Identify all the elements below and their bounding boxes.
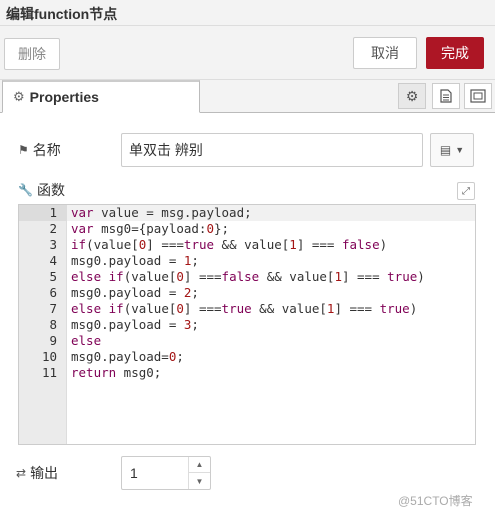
line-number: 1 xyxy=(49,205,57,220)
line-number: 8 xyxy=(49,317,57,332)
line-number: 6 xyxy=(49,285,57,300)
code-text: msg0.payload = 2; xyxy=(71,285,199,300)
description-tab-button[interactable] xyxy=(432,83,460,109)
outputs-stepper[interactable]: 1 ▲ ▼ xyxy=(121,456,211,490)
appearance-tab-button[interactable] xyxy=(464,83,492,109)
line-number: 7 xyxy=(49,301,57,316)
code-text: msg0.payload = 3; xyxy=(71,317,199,332)
outputs-label-row: ⇄ 输出 xyxy=(16,463,58,483)
wrench-icon: 🔧 xyxy=(18,183,33,197)
line-number: 9 xyxy=(49,333,57,348)
dialog-titlebar: 编辑function节点 xyxy=(0,0,495,26)
delete-button[interactable]: 删除 xyxy=(4,38,60,70)
code-text: else if(value[0] ===true && value[1] ===… xyxy=(71,301,418,316)
tab-bar: ⚙ Properties ⚙ xyxy=(0,80,495,113)
code-line: 3 if(value[0] ===true && value[1] === fal… xyxy=(19,237,475,253)
tag-icon: ⚑ xyxy=(18,143,29,157)
code-line: 5 else if(value[0] ===false && value[1] =… xyxy=(19,269,475,285)
code-line: 1 var value = msg.payload; xyxy=(19,205,475,221)
shuffle-icon: ⇄ xyxy=(16,466,27,480)
code-text: msg0.payload=0; xyxy=(71,349,184,364)
code-text: else if(value[0] ===false && value[1] ==… xyxy=(71,269,425,284)
code-line: 7 else if(value[0] ===true && value[1] ==… xyxy=(19,301,475,317)
gear-icon: ⚙ xyxy=(405,87,419,104)
code-text: var value = msg.payload; xyxy=(71,205,252,220)
name-label-row: ⚑ 名称 xyxy=(18,140,61,160)
done-button[interactable]: 完成 xyxy=(426,37,484,69)
line-number: 2 xyxy=(49,221,57,236)
code-lines: 1 var value = msg.payload; 2 var msg0={payl… xyxy=(19,205,475,381)
line-number: 3 xyxy=(49,237,57,252)
outputs-value[interactable]: 1 xyxy=(130,465,138,481)
line-number: 11 xyxy=(41,365,57,380)
code-line: 8 msg0.payload = 3; xyxy=(19,317,475,333)
line-number: 5 xyxy=(49,269,57,284)
function-label: 函数 xyxy=(36,182,65,198)
code-text: if(value[0] ===true && value[1] === fals… xyxy=(71,237,388,252)
line-number: 4 xyxy=(49,253,57,268)
stepper-spin: ▲ ▼ xyxy=(188,457,210,489)
layout-icon xyxy=(470,89,486,103)
name-input[interactable]: 单双击 辨别 xyxy=(121,133,423,167)
name-label: 名称 xyxy=(32,142,61,158)
line-number: 10 xyxy=(41,349,57,364)
function-label-row: 🔧 函数 xyxy=(18,180,65,200)
expand-icon: ⤢ xyxy=(462,185,470,197)
stepper-up-button[interactable]: ▲ xyxy=(189,457,210,473)
dialog-toolbar: 删除 取消 完成 xyxy=(0,26,495,80)
code-line: 11 return msg0; xyxy=(19,365,475,381)
cancel-button[interactable]: 取消 xyxy=(353,37,417,69)
dialog-title: 编辑function节点 xyxy=(6,6,118,22)
code-line: 2 var msg0={payload:0}; xyxy=(19,221,475,237)
expand-editor-button[interactable]: ⤢ xyxy=(457,182,475,200)
gear-icon: ⚙ xyxy=(13,89,25,104)
watermark: @51CTO博客 xyxy=(398,494,473,508)
code-text: msg0.payload = 1; xyxy=(71,253,199,268)
code-line: 6 msg0.payload = 2; xyxy=(19,285,475,301)
library-button[interactable]: ▤ ▼ xyxy=(430,133,474,167)
code-text: var msg0={payload:0}; xyxy=(71,221,230,236)
code-editor[interactable]: 1 var value = msg.payload; 2 var msg0={payl… xyxy=(18,204,476,445)
document-icon xyxy=(440,89,452,103)
outputs-label: 输出 xyxy=(30,465,59,481)
code-text: else xyxy=(71,333,102,348)
properties-tab-icon-button[interactable]: ⚙ xyxy=(398,83,426,109)
code-line: 4 msg0.payload = 1; xyxy=(19,253,475,269)
tab-properties[interactable]: ⚙ Properties xyxy=(2,80,200,113)
code-text: return msg0; xyxy=(71,365,162,380)
tab-properties-label: Properties xyxy=(29,89,99,105)
code-line: 10 msg0.payload=0; xyxy=(19,349,475,365)
book-icon: ▤ xyxy=(439,143,452,157)
code-line: 9 else xyxy=(19,333,475,349)
stepper-down-button[interactable]: ▼ xyxy=(189,473,210,489)
caret-down-icon: ▼ xyxy=(455,145,465,155)
